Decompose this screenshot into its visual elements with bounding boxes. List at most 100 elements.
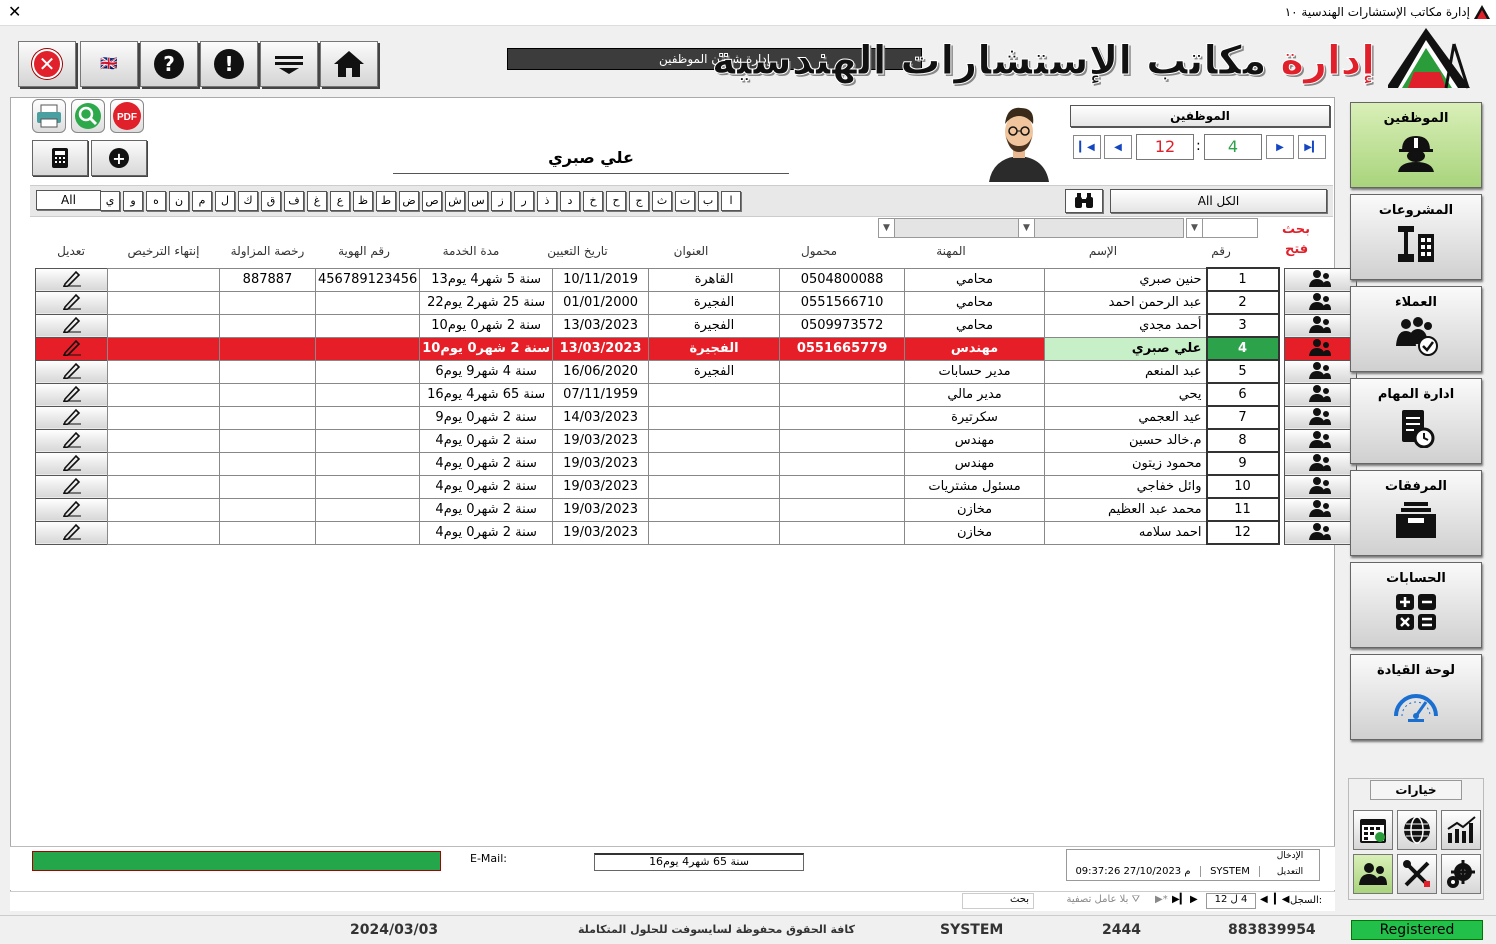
cell-job[interactable]: مهندس [904, 336, 1046, 361]
cell-id[interactable] [314, 336, 421, 361]
cell-service[interactable]: سنة 2 شهر0 يوم10 [419, 336, 554, 361]
cell-hire[interactable]: 10/11/2019 [552, 267, 650, 292]
cell-id[interactable] [314, 520, 421, 545]
globe-button[interactable] [1397, 810, 1437, 850]
letter-button[interactable]: غ [307, 191, 327, 211]
cell-job[interactable]: مسئول مشتريات [904, 474, 1046, 499]
letter-button[interactable]: ه [146, 191, 166, 211]
cell-mobile[interactable] [779, 382, 906, 407]
recnav-next-button[interactable]: ▶ [1190, 894, 1198, 905]
cell-lend[interactable] [107, 451, 220, 476]
edit-button[interactable] [35, 267, 108, 292]
cell-job[interactable]: مخازن [904, 497, 1046, 522]
cell-service[interactable]: سنة 2 شهر0 يوم9 [419, 405, 554, 430]
name-filter-combo[interactable]: ▼ [1018, 218, 1184, 238]
cell-service[interactable]: سنة 25 شهر2 يوم22 [419, 290, 554, 315]
cell-address[interactable] [648, 497, 781, 522]
cell-hire[interactable]: 14/03/2023 [552, 405, 650, 430]
letter-button[interactable]: ا [721, 191, 741, 211]
table-row[interactable]: 5 عبد المنعم مدير حسابات الفجيرة 16/06/2020 س… [35, 359, 1357, 384]
cell-id[interactable] [314, 382, 421, 407]
cell-address[interactable]: الفجيرة [648, 336, 781, 361]
tools-button[interactable] [1397, 854, 1437, 894]
letter-button[interactable]: ص [422, 191, 442, 211]
letter-button[interactable]: ض [399, 191, 419, 211]
cell-hire[interactable]: 07/11/1959 [552, 382, 650, 407]
letter-button[interactable]: ت [675, 191, 695, 211]
cell-job[interactable]: مخازن [904, 520, 1046, 545]
cell-name[interactable]: أحمد مجدي [1044, 313, 1208, 338]
cell-mobile[interactable]: 0551566710 [779, 290, 906, 315]
cell-service[interactable]: سنة 4 شهر9 يوم6 [419, 359, 554, 384]
letter-button[interactable]: ج [629, 191, 649, 211]
cell-name[interactable]: محمد عبد العظيم [1044, 497, 1208, 522]
cell-license[interactable] [219, 497, 316, 522]
letter-button[interactable]: ث [652, 191, 672, 211]
cell-id[interactable] [314, 405, 421, 430]
cell-name[interactable]: وائل خفاجي [1044, 474, 1208, 499]
sidebar-item-tasks[interactable]: ادارة المهام [1350, 378, 1482, 464]
cell-service[interactable]: سنة 2 شهر0 يوم4 [419, 520, 554, 545]
cell-address[interactable] [648, 451, 781, 476]
cell-mobile[interactable] [779, 451, 906, 476]
cell-id[interactable] [314, 474, 421, 499]
cell-mobile[interactable]: 0551665779 [779, 336, 906, 361]
cell-name[interactable]: محمود زيتون [1044, 451, 1208, 476]
cell-job[interactable]: محامي [904, 290, 1046, 315]
cell-job[interactable]: مهندس [904, 451, 1046, 476]
letter-button[interactable]: ف [284, 191, 304, 211]
letter-button[interactable]: ز [491, 191, 511, 211]
cell-id[interactable] [314, 451, 421, 476]
cell-job[interactable]: مدير حسابات [904, 359, 1046, 384]
next-record-button[interactable]: ▶ [1266, 135, 1294, 159]
table-row[interactable]: 1 حنين صبري محامي 0504800088 القاهرة 10/11/20… [35, 267, 1357, 292]
open-button[interactable] [1283, 474, 1357, 499]
cell-lend[interactable] [107, 405, 220, 430]
open-button[interactable] [1283, 382, 1357, 407]
letter-button[interactable]: ن [169, 191, 189, 211]
cell-hire[interactable]: 19/03/2023 [552, 520, 650, 545]
cell-hire[interactable]: 19/03/2023 [552, 451, 650, 476]
cell-id[interactable] [314, 359, 421, 384]
home-button[interactable] [320, 41, 378, 87]
cell-id[interactable] [314, 497, 421, 522]
cell-license[interactable] [219, 520, 316, 545]
last-record-button[interactable]: ▶▎ [1298, 135, 1326, 159]
cell-license[interactable] [219, 405, 316, 430]
letter-button[interactable]: ط [376, 191, 396, 211]
cell-license[interactable] [219, 336, 316, 361]
cell-address[interactable]: الفجيرة [648, 359, 781, 384]
letter-button[interactable]: د [560, 191, 580, 211]
no-filter-indicator[interactable]: ⛛ بلا عامل تصفية [1040, 894, 1140, 905]
edit-button[interactable] [35, 359, 108, 384]
cell-license[interactable] [219, 313, 316, 338]
edit-button[interactable] [35, 290, 108, 315]
edit-button[interactable] [35, 474, 108, 499]
letter-button[interactable]: م [192, 191, 212, 211]
cell-address[interactable] [648, 474, 781, 499]
letter-button[interactable]: ذ [537, 191, 557, 211]
cell-job[interactable]: محامي [904, 313, 1046, 338]
print-button[interactable] [32, 99, 66, 133]
cell-license[interactable] [219, 428, 316, 453]
cell-job[interactable]: مدير مالي [904, 382, 1046, 407]
cell-lend[interactable] [107, 336, 220, 361]
info-button[interactable]: ! [200, 41, 258, 87]
cell-lend[interactable] [107, 267, 220, 292]
cell-lend[interactable] [107, 359, 220, 384]
letter-button[interactable]: ش [445, 191, 465, 211]
cell-address[interactable] [648, 428, 781, 453]
cell-license[interactable] [219, 474, 316, 499]
cell-lend[interactable] [107, 382, 220, 407]
recnav-last-button[interactable]: ▶▎ [1172, 894, 1187, 905]
number-filter-combo[interactable]: ▼ [1186, 218, 1258, 238]
cell-service[interactable]: سنة 2 شهر0 يوم10 [419, 313, 554, 338]
open-button[interactable] [1283, 405, 1357, 430]
menu-button[interactable] [260, 41, 318, 87]
help-button[interactable]: ? [140, 41, 198, 87]
employee-name-field[interactable]: علي صبري [393, 148, 789, 174]
open-button[interactable] [1283, 497, 1357, 522]
letter-button[interactable]: ق [261, 191, 281, 211]
sidebar-item-worker[interactable]: الموظفين [1350, 102, 1482, 188]
cell-mobile[interactable] [779, 428, 906, 453]
